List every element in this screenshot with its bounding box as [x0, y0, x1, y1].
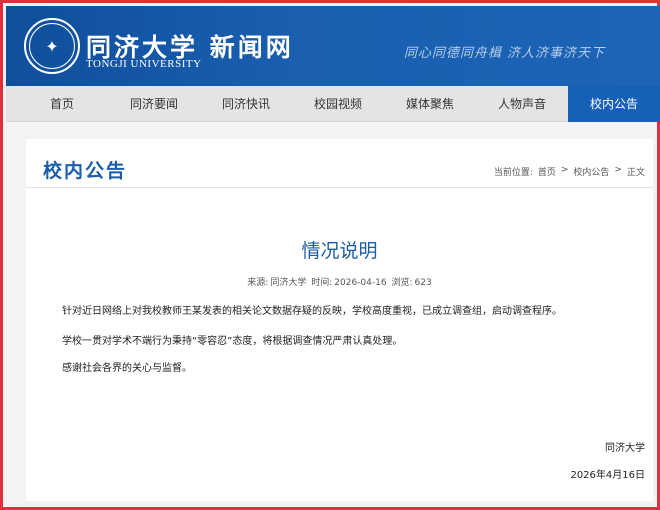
nav-item-campus-notices[interactable]: 校内公告: [568, 86, 660, 122]
time-label: 时间:: [311, 278, 333, 288]
article-signature: 同济大学: [605, 443, 645, 454]
page-frame: ✦ 同济大学 新闻网 TONGJI UNIVERSITY 同心同德同舟楫 济人济…: [0, 0, 660, 510]
university-motto: 同心同德同舟楫 济人济事济天下: [403, 46, 605, 61]
site-subtitle: TONGJI UNIVERSITY: [86, 58, 202, 70]
seal-inner-ring: ✦: [29, 23, 75, 69]
breadcrumb-separator: >: [614, 165, 622, 175]
source-value: 同济大学: [270, 278, 307, 288]
section-divider: [26, 187, 653, 188]
article-title: 情况说明: [301, 240, 378, 262]
article-paragraph: 学校一贯对学术不端行为秉持“零容忍”态度，将根据调查情况严肃认真处理。: [62, 336, 403, 347]
views-label: 浏览:: [391, 278, 413, 288]
breadcrumb: 当前位置: 首页 > 校内公告 > 正文: [494, 165, 645, 178]
nav-item-people-voices[interactable]: 人物声音: [476, 86, 568, 122]
article-date: 2026年4月16日: [570, 470, 645, 481]
article-meta: 来源: 同济大学 时间: 2026-04-16 浏览: 623: [26, 275, 653, 288]
nav-item-media-focus[interactable]: 媒体聚焦: [384, 86, 476, 122]
university-seal-icon[interactable]: ✦: [24, 18, 80, 74]
article-paragraph: 针对近日网络上对我校教师王某发表的相关论文数据存疑的反映，学校高度重视，已成立调…: [62, 306, 562, 317]
article-paragraph: 感谢社会各界的关心与监督。: [62, 363, 192, 374]
nav-item-tongji-news[interactable]: 同济要闻: [108, 86, 200, 122]
time-value: 2026-04-16: [334, 278, 387, 288]
main-nav: 首页 同济要闻 同济快讯 校园视频 媒体聚焦 人物声音 校内公告: [6, 86, 660, 122]
breadcrumb-prefix: 当前位置:: [493, 168, 533, 178]
breadcrumb-home-link[interactable]: 首页: [538, 165, 556, 178]
site-header: ✦ 同济大学 新闻网 TONGJI UNIVERSITY 同心同德同舟楫 济人济…: [6, 6, 660, 86]
nav-item-campus-video[interactable]: 校园视频: [292, 86, 384, 122]
article-card: 校内公告 当前位置: 首页 > 校内公告 > 正文 情况说明 来源: 同济大学 时…: [26, 139, 653, 501]
nav-item-home[interactable]: 首页: [16, 86, 108, 122]
section-title: 校内公告: [43, 160, 128, 182]
nav-item-tongji-briefs[interactable]: 同济快讯: [200, 86, 292, 122]
views-count: 623: [414, 278, 432, 288]
breadcrumb-notices-link[interactable]: 校内公告: [573, 165, 609, 178]
breadcrumb-current: 正文: [626, 168, 645, 178]
source-label: 来源:: [247, 278, 269, 288]
breadcrumb-separator: >: [560, 165, 569, 175]
